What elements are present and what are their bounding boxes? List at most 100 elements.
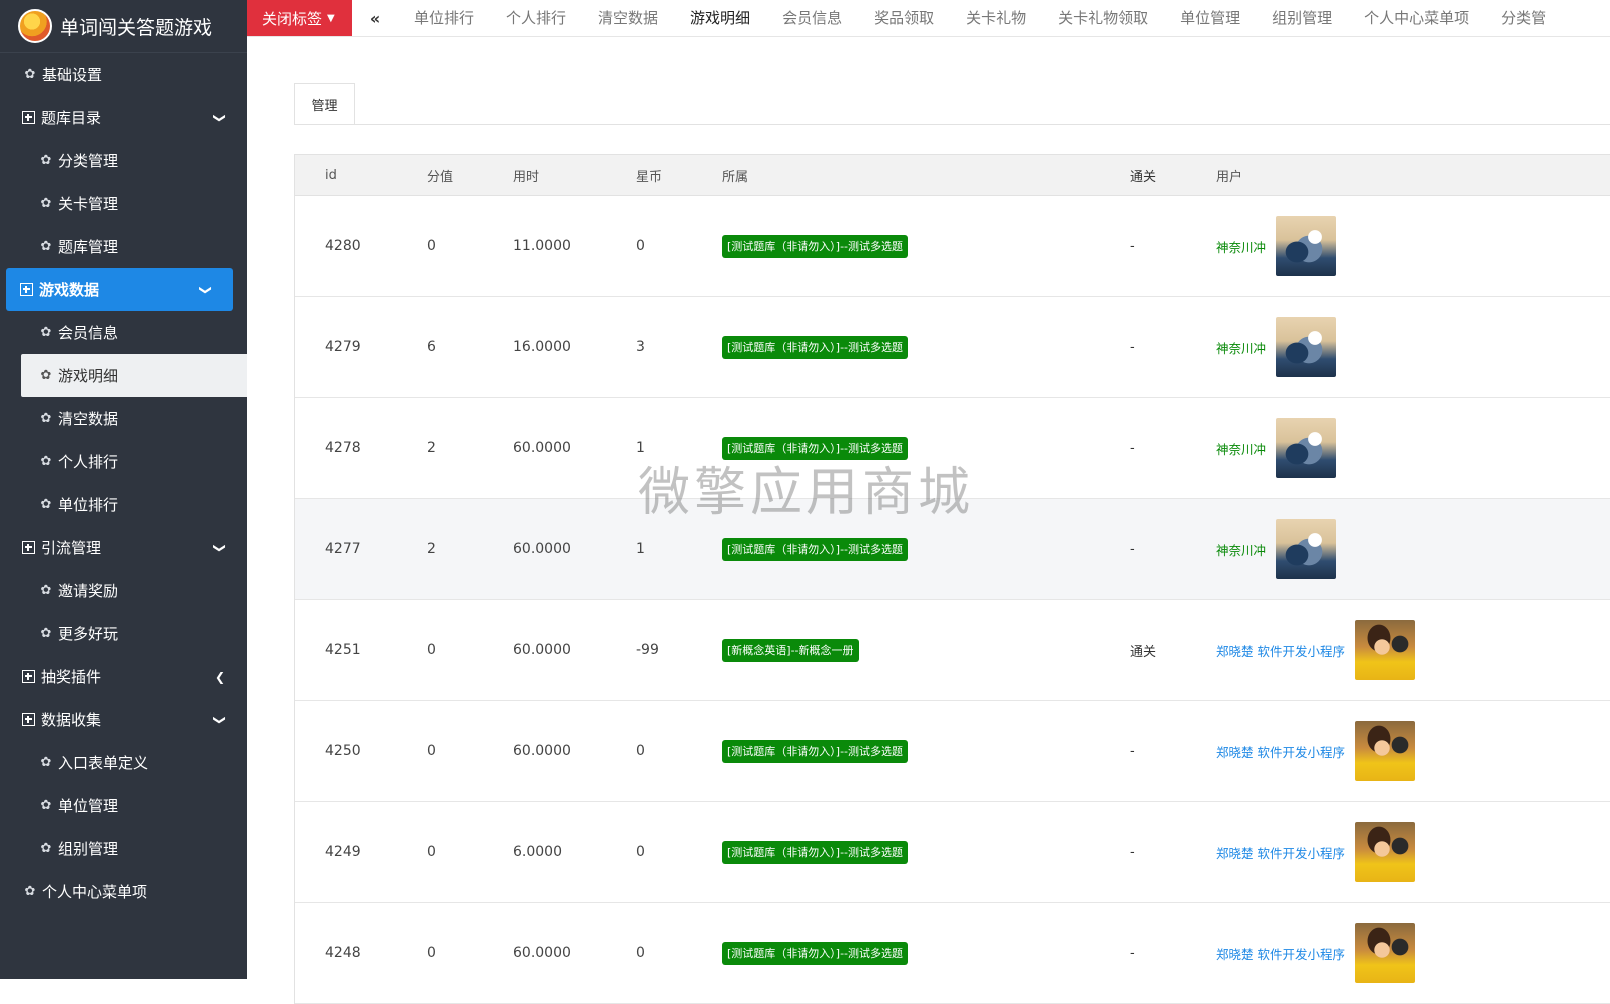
user-name-link[interactable]: 神奈川冲 <box>1216 338 1266 357</box>
cell-belong: [测试题库（非请勿入）]--测试多选题 <box>722 235 909 258</box>
tab-manage[interactable]: 管理 <box>294 83 355 124</box>
sidebar-item-0[interactable]: ✿ 基础设置 <box>0 53 247 96</box>
table-row[interactable]: 4279 6 16.0000 3 [测试题库（非请勿入）]--测试多选题 - 神奈川冲 <box>295 297 1610 398</box>
table-row[interactable]: 4278 2 60.0000 1 [测试题库（非请勿入）]--测试多选题 - 神奈川冲 <box>295 398 1610 499</box>
tab-4[interactable]: 会员信息 <box>766 0 858 36</box>
tab-0[interactable]: 单位排行 <box>398 0 490 36</box>
tab-10[interactable]: 个人中心菜单项 <box>1348 0 1485 36</box>
sidebar-item-14[interactable]: 抽奖插件 ❮ <box>0 655 247 698</box>
tab-2[interactable]: 清空数据 <box>582 0 674 36</box>
sidebar-item-11[interactable]: 引流管理 ❯ <box>0 526 247 569</box>
tab-6[interactable]: 关卡礼物 <box>950 0 1042 36</box>
tab-1[interactable]: 个人排行 <box>490 0 582 36</box>
sidebar-item-4[interactable]: ✿ 题库管理 <box>0 225 247 268</box>
table-row[interactable]: 4248 0 60.0000 0 [测试题库（非请勿入）]--测试多选题 - 郑晓楚 软件开… <box>295 903 1610 1004</box>
app-title: 单词闯关答题游戏 <box>60 16 213 39</box>
tab-bar: 关闭标签 ▼ « 单位排行 个人排行 清空数据 游戏明细 会员信息 奖品领取 关卡礼物 关卡礼… <box>247 0 1610 37</box>
plus-square-icon <box>22 541 35 554</box>
table-row[interactable]: 4250 0 60.0000 0 [测试题库（非请勿入）]--测试多选题 - 郑晓楚 软件开… <box>295 701 1610 802</box>
sidebar-item-label: 个人排行 <box>58 453 119 471</box>
sidebar-item-label: 个人中心菜单项 <box>42 883 148 901</box>
gear-icon: ✿ <box>40 454 52 469</box>
category-badge: [测试题库（非请勿入）]--测试多选题 <box>722 841 909 864</box>
user-name-link[interactable]: 郑晓楚 软件开发小程序 <box>1216 742 1345 761</box>
user-name-link[interactable]: 神奈川冲 <box>1216 237 1266 256</box>
user-name-link[interactable]: 郑晓楚 软件开发小程序 <box>1216 843 1345 862</box>
brand[interactable]: 单词闯关答题游戏 <box>0 0 247 53</box>
sidebar-item-label: 组别管理 <box>58 840 119 858</box>
tab-8[interactable]: 单位管理 <box>1164 0 1256 36</box>
close-tabs-button[interactable]: 关闭标签 ▼ <box>247 0 352 36</box>
sidebar-item-9[interactable]: ✿ 个人排行 <box>0 440 247 483</box>
user-name-link[interactable]: 神奈川冲 <box>1216 439 1266 458</box>
sidebar-item-1[interactable]: 题库目录 ❯ <box>0 96 247 139</box>
cell-pass: - <box>1130 541 1135 557</box>
cell-coins: 0 <box>636 238 645 254</box>
cell-id: 4280 <box>325 238 361 254</box>
user-name-link[interactable]: 郑晓楚 软件开发小程序 <box>1216 944 1345 963</box>
table-row[interactable]: 4251 0 60.0000 -99 [新概念英语]--新概念一册 通关 郑晓楚 软件开发小… <box>295 600 1610 701</box>
sidebar-item-label: 关卡管理 <box>58 195 119 213</box>
sidebar-item-5[interactable]: 游戏数据 ❯ <box>6 268 233 311</box>
cell-user: 神奈川冲 <box>1216 317 1337 377</box>
double-chevron-left-icon[interactable]: « <box>352 9 398 28</box>
sidebar-item-label: 抽奖插件 <box>41 668 102 686</box>
cell-score: 2 <box>427 541 436 557</box>
sidebar-item-12[interactable]: ✿ 邀请奖励 <box>0 569 247 612</box>
tab-3[interactable]: 游戏明细 <box>674 0 766 36</box>
sidebar-item-label: 游戏明细 <box>58 367 119 385</box>
cell-pass: - <box>1130 440 1135 456</box>
plus-square-icon <box>22 713 35 726</box>
sidebar-item-2[interactable]: ✿ 分类管理 <box>0 139 247 182</box>
sidebar-item-13[interactable]: ✿ 更多好玩 <box>0 612 247 655</box>
gear-icon: ✿ <box>40 325 52 340</box>
sidebar-item-3[interactable]: ✿ 关卡管理 <box>0 182 247 225</box>
cell-coins: 0 <box>636 743 645 759</box>
cell-belong: [测试题库（非请勿入）]--测试多选题 <box>722 437 909 460</box>
avatar <box>1354 721 1415 781</box>
cell-time: 60.0000 <box>513 642 571 658</box>
cell-belong: [新概念英语]--新概念一册 <box>722 639 859 662</box>
sidebar-item-label: 邀请奖励 <box>58 582 119 600</box>
gear-icon: ✿ <box>40 841 52 856</box>
tab-5[interactable]: 奖品领取 <box>858 0 950 36</box>
sidebar-item-label: 游戏数据 <box>39 281 100 299</box>
table-row[interactable]: 4249 0 6.0000 0 [测试题库（非请勿入）]--测试多选题 - 郑晓楚 软件开发… <box>295 802 1610 903</box>
sidebar-item-label: 会员信息 <box>58 324 119 342</box>
user-name-link[interactable]: 神奈川冲 <box>1216 540 1266 559</box>
cell-pass: - <box>1130 945 1135 961</box>
page-tabs: 单位排行 个人排行 清空数据 游戏明细 会员信息 奖品领取 关卡礼物 关卡礼物领取 单位管理 组别… <box>398 0 1562 36</box>
sidebar-item-label: 更多好玩 <box>58 625 119 643</box>
table-row[interactable]: 4277 2 60.0000 1 [测试题库（非请勿入）]--测试多选题 - 神奈川冲 <box>295 499 1610 600</box>
gear-icon: ✿ <box>40 798 52 813</box>
plus-square-icon <box>22 111 35 124</box>
tab-11[interactable]: 分类管 <box>1485 0 1562 36</box>
sidebar: 单词闯关答题游戏 ✿ 基础设置 题库目录 ❯ ✿ 分类管理 ✿ 关卡管理 ✿ 题库管理 游戏数据 ❯ ✿… <box>0 0 247 979</box>
gear-icon: ✿ <box>40 153 52 168</box>
sidebar-item-8[interactable]: ✿ 清空数据 <box>0 397 247 440</box>
cell-user: 郑晓楚 软件开发小程序 <box>1216 620 1415 680</box>
sidebar-item-18[interactable]: ✿ 组别管理 <box>0 827 247 870</box>
sidebar-item-7[interactable]: ✿ 游戏明细 <box>21 354 247 397</box>
sidebar-item-label: 引流管理 <box>41 539 102 557</box>
sidebar-item-16[interactable]: ✿ 入口表单定义 <box>0 741 247 784</box>
avatar <box>1354 822 1415 882</box>
user-name-link[interactable]: 郑晓楚 软件开发小程序 <box>1216 641 1345 660</box>
sidebar-item-6[interactable]: ✿ 会员信息 <box>0 311 247 354</box>
sidebar-item-19[interactable]: ✿ 个人中心菜单项 <box>0 870 247 913</box>
tab-7[interactable]: 关卡礼物领取 <box>1042 0 1164 36</box>
gear-icon: ✿ <box>24 884 36 899</box>
category-badge: [测试题库（非请勿入）]--测试多选题 <box>722 740 909 763</box>
table-body: 4280 0 11.0000 0 [测试题库（非请勿入）]--测试多选题 - 神奈川冲 427… <box>295 196 1610 1004</box>
cell-score: 0 <box>427 945 436 961</box>
sidebar-item-10[interactable]: ✿ 单位排行 <box>0 483 247 526</box>
caret-down-icon: ▼ <box>327 12 335 24</box>
sidebar-item-15[interactable]: 数据收集 ❯ <box>0 698 247 741</box>
gear-icon: ✿ <box>40 755 52 770</box>
sidebar-item-17[interactable]: ✿ 单位管理 <box>0 784 247 827</box>
gear-icon: ✿ <box>40 626 52 641</box>
cell-id: 4277 <box>325 541 361 557</box>
table-row[interactable]: 4280 0 11.0000 0 [测试题库（非请勿入）]--测试多选题 - 神奈川冲 <box>295 196 1610 297</box>
tab-9[interactable]: 组别管理 <box>1256 0 1348 36</box>
cell-pass: - <box>1130 339 1135 355</box>
